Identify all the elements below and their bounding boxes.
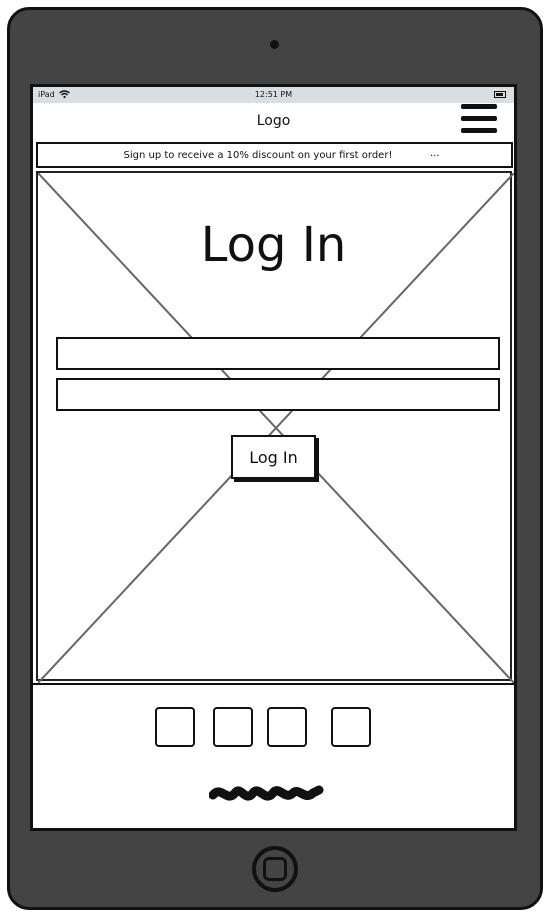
promo-banner-more: ... (430, 148, 440, 159)
battery-icon (494, 91, 506, 98)
promo-banner[interactable]: Sign up to receive a 10% discount on you… (36, 142, 513, 168)
social-icon-1[interactable] (155, 707, 195, 747)
footer-divider (33, 683, 514, 685)
page-title: Log In (200, 217, 347, 273)
screen: iPad 12:51 PM Logo Sign up to receive a … (30, 84, 517, 831)
login-button[interactable]: Log In (231, 435, 316, 479)
social-icon-4[interactable] (331, 707, 371, 747)
logo[interactable]: Logo (33, 113, 514, 129)
status-time: 12:51 PM (254, 90, 293, 99)
scribble-text-placeholder (209, 785, 324, 801)
status-bar: iPad 12:51 PM (33, 87, 514, 103)
social-icon-3[interactable] (267, 707, 307, 747)
username-field[interactable] (56, 337, 500, 370)
home-button-icon (263, 857, 287, 881)
password-field[interactable] (56, 378, 500, 411)
hamburger-menu-icon[interactable] (461, 104, 497, 136)
promo-banner-text: Sign up to receive a 10% discount on you… (123, 150, 393, 161)
social-icon-2[interactable] (213, 707, 253, 747)
camera-icon (270, 40, 279, 49)
app-header: Logo (33, 103, 514, 141)
